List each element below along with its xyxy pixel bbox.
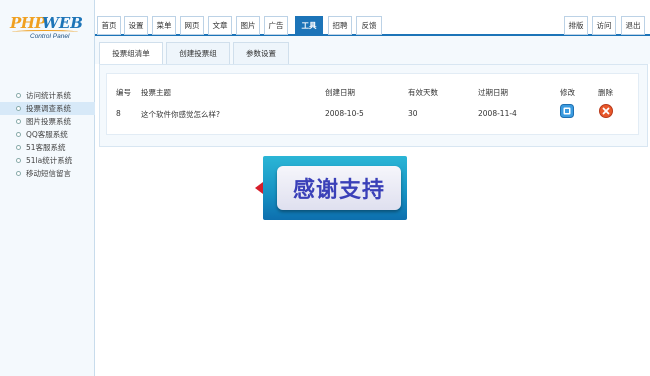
- sidebar-item-label: 51客服系统: [26, 143, 66, 152]
- sidebar-item-vote-survey[interactable]: 投票调查系统: [0, 102, 95, 115]
- sidebar-item-51-service[interactable]: 51客服系统: [0, 141, 95, 154]
- tab-recruit[interactable]: 招聘: [328, 16, 352, 35]
- tab-article[interactable]: 文章: [208, 16, 232, 35]
- subtab-create-vote-group[interactable]: 创建投票组: [166, 42, 230, 64]
- header-expire-date: 过期日期: [478, 88, 508, 97]
- sidebar-item-label: 投票调查系统: [26, 104, 71, 113]
- ribbon-arrow-icon: [255, 182, 263, 194]
- edit-icon[interactable]: [560, 104, 574, 118]
- sidebar-item-sms-message[interactable]: 移动短信留言: [0, 167, 95, 180]
- sidebar-item-label: 51la统计系统: [26, 156, 73, 165]
- sidebar-item-label: 访问统计系统: [26, 91, 71, 100]
- tab-image[interactable]: 图片: [236, 16, 260, 35]
- row-id: 8: [116, 109, 121, 118]
- bullet-icon: [16, 93, 21, 98]
- bullet-icon: [16, 119, 21, 124]
- thanks-banner-face: 感谢支持: [277, 166, 401, 210]
- sidebar-item-image-vote[interactable]: 图片投票系统: [0, 115, 95, 128]
- tab-feedback[interactable]: 反馈: [356, 16, 382, 35]
- sidebar-item-51la-stats[interactable]: 51la统计系统: [0, 154, 95, 167]
- row-valid-days: 30: [408, 109, 418, 118]
- thanks-banner: 感谢支持: [255, 156, 407, 220]
- tab-tools[interactable]: 工具: [295, 16, 323, 35]
- bullet-icon: [16, 106, 21, 111]
- row-created-date: 2008-10-5: [325, 109, 364, 118]
- row-subject: 这个软件你感觉怎么样?: [141, 110, 220, 119]
- left-sidebar: PHP WEB Control Panel 访问统计系统 投票调查系统 图片投票…: [0, 0, 95, 376]
- logo: PHP WEB Control Panel: [10, 14, 86, 44]
- header-subject: 投票主题: [141, 88, 171, 97]
- tab-menu[interactable]: 菜单: [152, 16, 176, 35]
- tab-visit[interactable]: 访问: [592, 16, 616, 35]
- tab-logout[interactable]: 退出: [621, 16, 645, 35]
- sidebar-item-visit-stats[interactable]: 访问统计系统: [0, 89, 95, 102]
- tab-settings[interactable]: 设置: [124, 16, 148, 35]
- top-nav-bar: 首页 设置 菜单 网页 文章 图片 广告 工具 招聘 反馈 排版 访问 退出: [95, 14, 650, 36]
- sub-nav-bar: 投票组清单 创建投票组 参数设置: [95, 36, 650, 64]
- bullet-icon: [16, 171, 21, 176]
- bullet-icon: [16, 145, 21, 150]
- row-expire-date: 2008-11-4: [478, 109, 517, 118]
- sidebar-item-qq-service[interactable]: QQ客服系统: [0, 128, 95, 141]
- header-valid-days: 有效天数: [408, 88, 438, 97]
- sidebar-item-label: 图片投票系统: [26, 117, 71, 126]
- subtab-parameter-settings[interactable]: 参数设置: [233, 42, 289, 64]
- delete-icon[interactable]: [599, 104, 613, 118]
- sidebar-item-label: QQ客服系统: [26, 130, 68, 139]
- tab-layout[interactable]: 排版: [564, 16, 588, 35]
- tab-home[interactable]: 首页: [97, 16, 121, 35]
- thanks-banner-text: 感谢支持: [292, 178, 385, 203]
- bullet-icon: [16, 132, 21, 137]
- bullet-icon: [16, 158, 21, 163]
- header-delete: 删除: [598, 88, 613, 97]
- header-edit: 修改: [560, 88, 575, 97]
- subtab-vote-group-list[interactable]: 投票组清单: [99, 42, 163, 64]
- sidebar-item-label: 移动短信留言: [26, 169, 71, 178]
- header-id: 编号: [116, 88, 131, 97]
- logo-subtitle: Control Panel: [30, 33, 70, 40]
- tab-webpage[interactable]: 网页: [180, 16, 204, 35]
- sidebar-nav: 访问统计系统 投票调查系统 图片投票系统 QQ客服系统 51客服系统 51la统…: [0, 89, 95, 180]
- header-created-date: 创建日期: [325, 88, 355, 97]
- tab-ads[interactable]: 广告: [264, 16, 288, 35]
